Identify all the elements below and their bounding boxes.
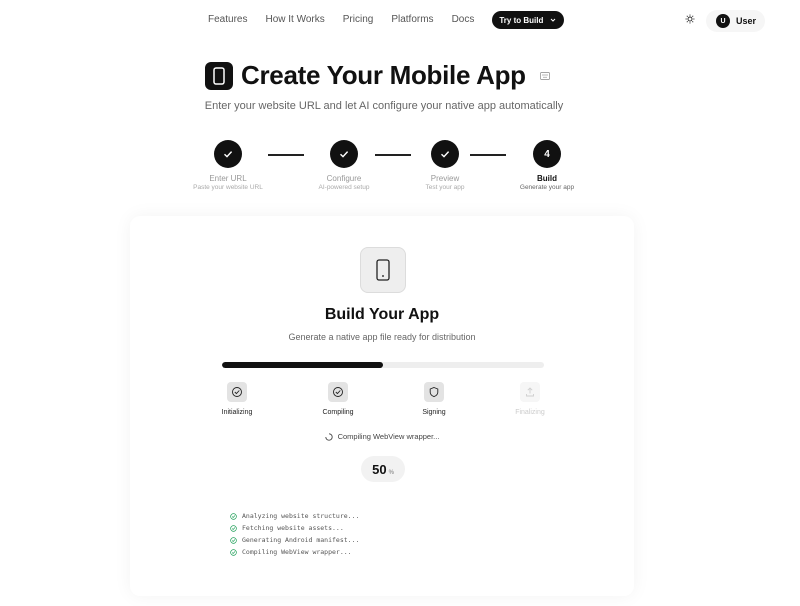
user-label: User — [736, 16, 757, 26]
nav-link-how-it-works[interactable]: How It Works — [265, 10, 324, 30]
step-connector — [470, 154, 506, 156]
build-phone-icon-box — [360, 247, 406, 293]
build-progress-bar — [222, 362, 544, 368]
hero-title-row: Create Your Mobile App — [205, 60, 550, 91]
shield-icon — [424, 382, 444, 402]
nav-link-platforms[interactable]: Platforms — [391, 10, 433, 30]
page-title: Create Your Mobile App — [241, 60, 526, 90]
stage-label: Compiling — [322, 409, 354, 416]
theme-toggle-button[interactable] — [683, 12, 697, 26]
step-3-desc: Test your app — [425, 184, 465, 191]
keyboard-icon — [539, 71, 550, 80]
log-text: Compiling WebView wrapper... — [242, 548, 352, 556]
log-text: Fetching website assets... — [242, 524, 344, 532]
nav-link-features[interactable]: Features — [208, 10, 247, 30]
log-line: Fetching website assets... — [230, 522, 359, 534]
step-2-desc: AI-powered setup — [318, 184, 370, 191]
step-2-title: Configure — [326, 174, 362, 183]
check-circle-icon — [227, 382, 247, 402]
step-connector — [375, 154, 411, 156]
check-icon — [441, 151, 450, 158]
percentage-value: 50 — [372, 462, 387, 477]
build-status-row: Compiling WebView wrapper... — [130, 432, 634, 441]
nav-link-pricing[interactable]: Pricing — [343, 10, 374, 30]
stage-compiling: Compiling — [308, 382, 368, 416]
sun-icon — [685, 14, 695, 24]
mobile-phone-icon — [376, 259, 390, 281]
build-title: Build Your App — [324, 306, 440, 323]
try-to-build-label: Try to Build — [499, 15, 544, 25]
step-4-desc: Generate your app — [519, 184, 575, 191]
step-3-title: Preview — [430, 174, 460, 183]
step-2-complete — [330, 140, 358, 168]
nav-link-docs[interactable]: Docs — [452, 10, 475, 30]
chevron-down-icon — [551, 18, 556, 22]
step-1-title: Enter URL — [209, 174, 247, 183]
check-icon — [340, 151, 349, 158]
step-number: 4 — [544, 148, 550, 160]
stage-finalizing: Finalizing — [500, 382, 560, 416]
stage-label: Finalizing — [515, 409, 545, 416]
step-1-desc: Paste your website URL — [193, 184, 263, 191]
avatar: U — [716, 14, 730, 28]
check-circle-icon — [230, 512, 237, 520]
check-circle-icon — [230, 536, 237, 544]
build-log: Analyzing website structure... Fetching … — [230, 510, 359, 558]
log-text: Analyzing website structure... — [242, 512, 360, 520]
build-progress-fill — [222, 362, 383, 368]
step-4-active: 4 — [533, 140, 561, 168]
progress-percentage: 50 % — [361, 456, 405, 482]
check-circle-icon — [230, 548, 237, 556]
page-subtitle: Enter your website URL and let AI config… — [204, 100, 564, 112]
user-menu-button[interactable]: U User — [706, 10, 765, 32]
step-4-title: Build — [537, 174, 557, 183]
build-status-text: Compiling WebView wrapper... — [337, 432, 440, 441]
top-nav: Features How It Works Pricing Platforms … — [0, 0, 800, 40]
build-subtitle: Generate a native app file ready for dis… — [288, 332, 476, 342]
stage-label: Initializing — [221, 409, 253, 416]
log-text: Generating Android manifest... — [242, 536, 360, 544]
mobile-phone-icon — [205, 61, 233, 90]
step-3-complete — [431, 140, 459, 168]
check-circle-icon — [230, 524, 237, 532]
log-line: Generating Android manifest... — [230, 534, 359, 546]
check-icon — [224, 151, 233, 158]
percentage-sign: % — [388, 470, 394, 476]
stepper: 4 Enter URL Paste your website URL Confi… — [0, 140, 800, 200]
stage-initializing: Initializing — [207, 382, 267, 416]
check-circle-icon — [328, 382, 348, 402]
log-line: Analyzing website structure... — [230, 510, 359, 522]
stage-signing: Signing — [404, 382, 464, 416]
log-line: Compiling WebView wrapper... — [230, 546, 359, 558]
try-to-build-button[interactable]: Try to Build — [492, 11, 565, 29]
upload-icon — [520, 382, 540, 402]
nav-links: Features How It Works Pricing Platforms … — [208, 10, 565, 30]
spinner-icon — [324, 432, 333, 441]
step-1-complete — [214, 140, 242, 168]
build-card: Build Your App Generate a native app fil… — [130, 216, 634, 596]
step-connector — [268, 154, 304, 156]
stage-label: Signing — [422, 409, 446, 416]
